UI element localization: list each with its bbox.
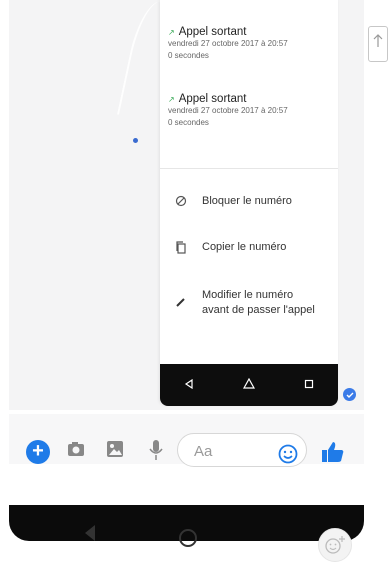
block-icon xyxy=(172,194,190,207)
recents-icon[interactable] xyxy=(304,376,314,394)
back-icon[interactable] xyxy=(85,525,95,541)
emoji-icon[interactable] xyxy=(278,444,298,469)
call-date: vendredi 27 octobre 2017 à 20:57 xyxy=(168,106,288,115)
bottom-nav-bar xyxy=(9,505,364,547)
call-date: vendredi 27 octobre 2017 à 20:57 xyxy=(168,39,288,48)
back-icon[interactable] xyxy=(184,376,194,394)
plus-icon[interactable]: + xyxy=(26,440,50,464)
divider xyxy=(160,168,338,169)
seen-check-icon xyxy=(343,388,356,401)
camera-icon[interactable] xyxy=(66,439,86,464)
gallery-icon[interactable] xyxy=(105,439,125,464)
edit-number-label: Modifier le numéro avant de passer l'app… xyxy=(202,289,315,316)
edit-number-item[interactable]: Modifier le numéro avant de passer l'app… xyxy=(160,288,338,318)
pencil-icon xyxy=(172,288,190,308)
call-entry[interactable]: ↗ Appel sortant vendredi 27 octobre 2017… xyxy=(168,93,333,129)
call-title: Appel sortant xyxy=(178,26,247,38)
block-number-label: Bloquer le numéro xyxy=(202,195,292,207)
call-duration: 0 secondes xyxy=(168,51,209,60)
inner-nav-bar xyxy=(160,364,338,406)
thumbs-up-icon[interactable] xyxy=(320,440,346,469)
copy-number-item[interactable]: Copier le numéro xyxy=(160,240,338,255)
sticker-icon[interactable] xyxy=(318,528,352,562)
call-title: Appel sortant xyxy=(178,93,247,105)
call-entry[interactable]: ↗ Appel sortant vendredi 27 octobre 2017… xyxy=(168,26,333,62)
copy-icon xyxy=(172,240,190,254)
call-log-panel: ↗ Appel sortant vendredi 27 octobre 2017… xyxy=(160,0,338,405)
typing-dot xyxy=(133,138,138,143)
copy-number-label: Copier le numéro xyxy=(202,241,287,253)
home-icon[interactable] xyxy=(242,376,256,394)
home-icon[interactable] xyxy=(179,529,197,547)
block-number-item[interactable]: Bloquer le numéro xyxy=(160,194,338,209)
outgoing-arrow-icon: ↗ xyxy=(168,27,175,37)
microphone-icon[interactable] xyxy=(148,439,164,466)
message-input[interactable] xyxy=(192,440,276,462)
outgoing-arrow-icon: ↗ xyxy=(168,94,175,104)
share-icon[interactable] xyxy=(368,26,388,62)
call-duration: 0 secondes xyxy=(168,118,209,127)
